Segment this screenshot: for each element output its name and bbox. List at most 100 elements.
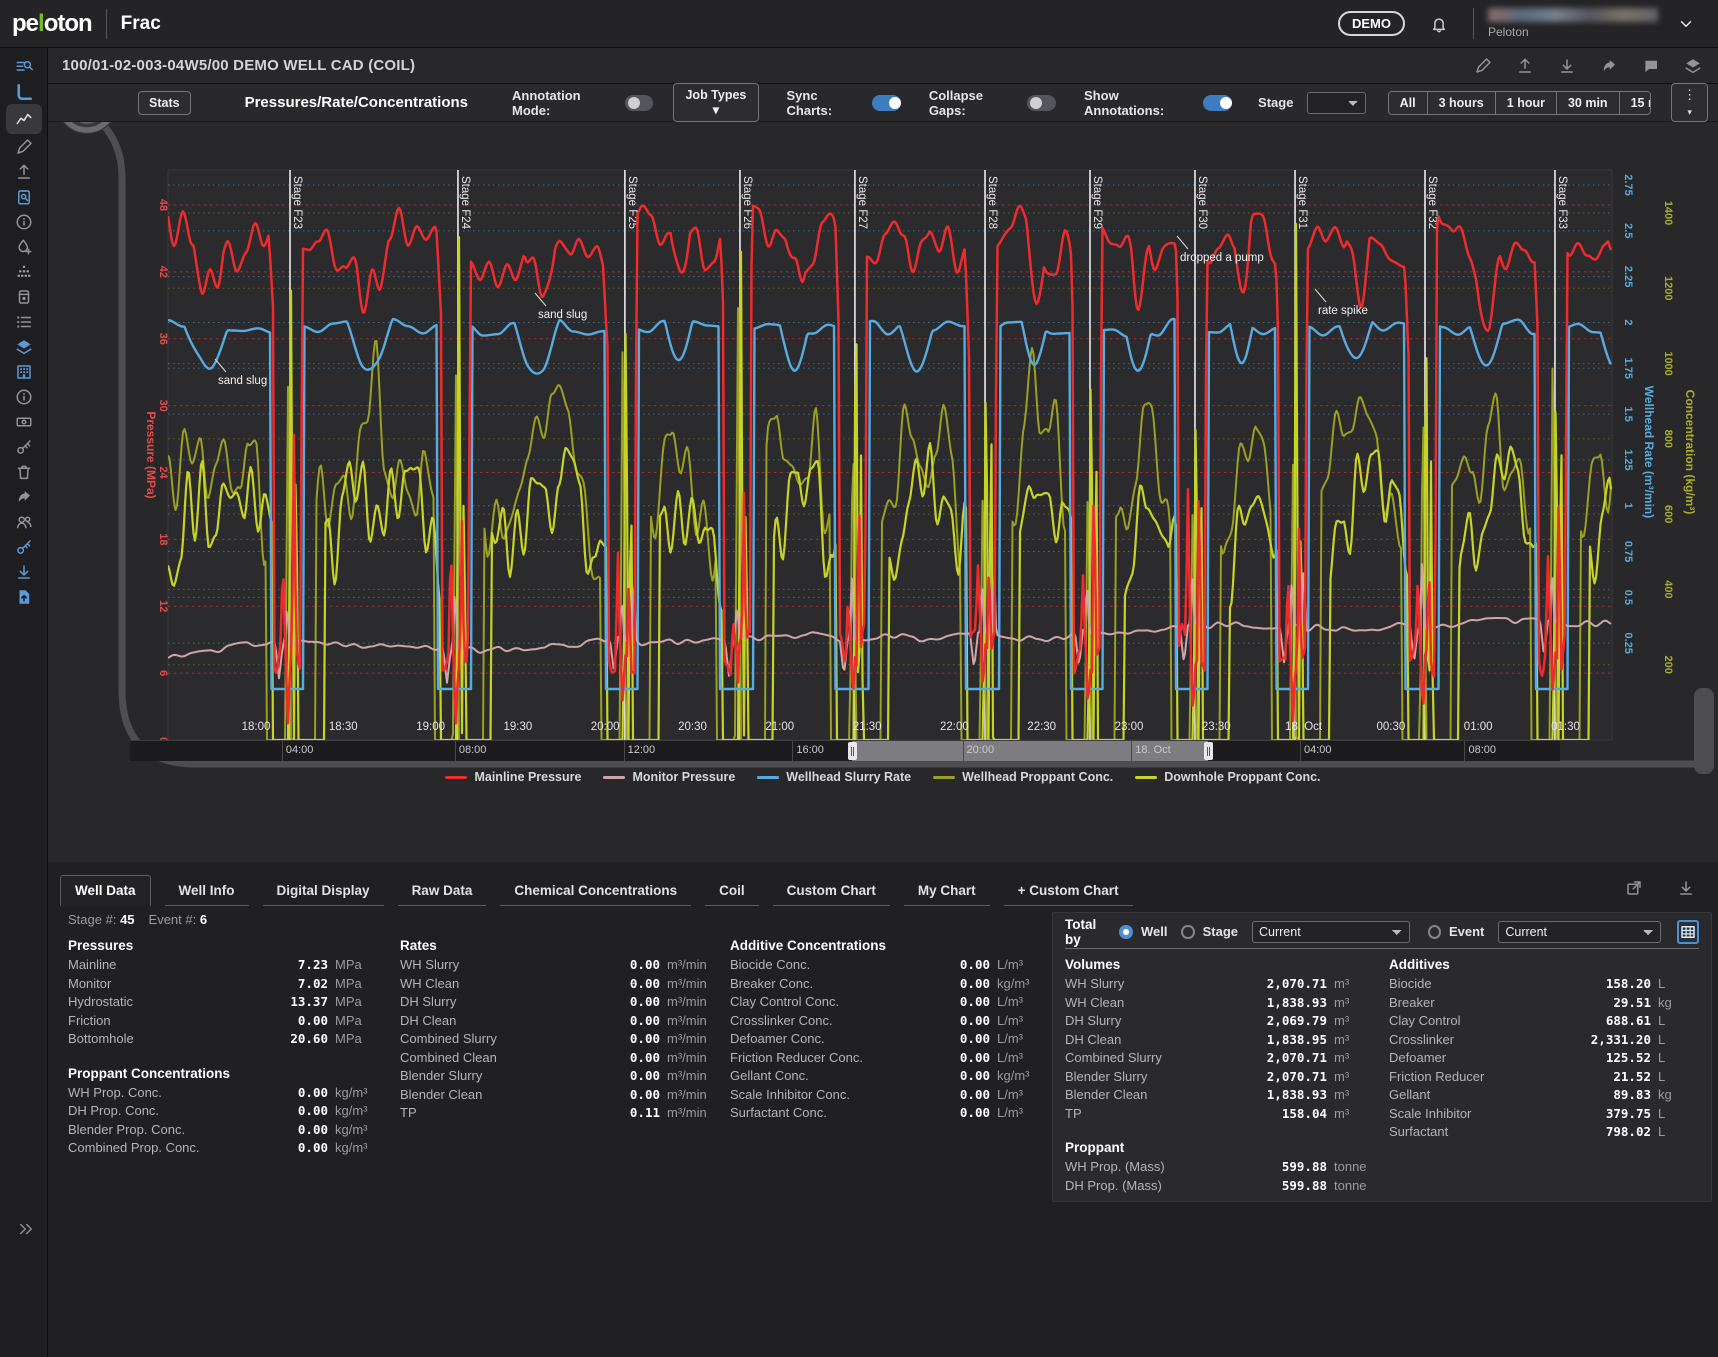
clipboard-search-icon[interactable] [6,184,42,209]
layers-icon[interactable] [6,334,42,359]
users-icon[interactable] [6,509,42,534]
user-menu[interactable]: Peloton [1473,8,1704,39]
annotation-mode-toggle[interactable] [625,95,654,111]
stats-button[interactable]: Stats [138,91,191,115]
stat-value: 0.00 [244,1085,328,1100]
stat-value: 0.00 [576,994,660,1009]
tab[interactable]: Raw Data [398,876,487,906]
stat-value: 1,838.93 [1227,1087,1327,1102]
bell-icon[interactable] [1421,11,1457,36]
tab[interactable]: Coil [705,876,759,906]
legend-label: Wellhead Slurry Rate [786,770,911,784]
stat-row tot-row: WH Slurry 2,070.71 m³ [1065,976,1371,995]
edit-icon[interactable] [6,134,42,159]
show-annotations-toggle[interactable] [1203,95,1232,111]
time-range-button[interactable]: 3 hours [1427,92,1495,114]
stat-unit: L [1651,1013,1695,1028]
frac-chart[interactable]: Stage F23Stage F24Stage F25Stage F26Stag… [48,122,1718,822]
info-icon[interactable] [6,384,42,409]
stat-value: 13.37 [244,994,328,1009]
time-range-button[interactable]: 1 hour [1495,92,1556,114]
key-icon[interactable] [6,534,42,559]
edit-icon[interactable] [1472,53,1494,78]
radio-event[interactable] [1428,925,1441,939]
fluid-add-icon[interactable] [6,234,42,259]
collapse-down-icon[interactable] [1668,875,1704,900]
stat-row: Biocide Conc. 0.00 L/m³ [730,957,1050,976]
stat-unit: kg/m³ [328,1103,388,1118]
peloton-logo[interactable]: peloton [0,10,106,38]
stat-row tot-row: Scale Inhibitor 379.75 L [1389,1106,1695,1125]
sample-jar-icon[interactable] [6,284,42,309]
stat-value: 158.20 [1551,976,1651,991]
event-current-select[interactable]: Current [1498,921,1660,943]
time-range-button[interactable]: All [1389,92,1427,114]
info-icon[interactable] [6,209,42,234]
display-icon[interactable] [6,409,42,434]
legend-item[interactable]: Mainline Pressure [445,770,581,784]
upload-icon[interactable] [6,159,42,184]
time-range-button[interactable]: 15 min [1619,92,1652,114]
stat-unit: m³ [1327,1032,1371,1047]
volumes-proppant-column: Volumes WH Slurry 2,070.71 m³ WH Clean 1… [1065,957,1371,1212]
plant-icon[interactable] [6,359,42,384]
download-icon[interactable] [1556,53,1578,78]
stat-row: Combined Prop. Conc. 0.00 kg/m³ [68,1140,388,1159]
stat-value: 0.00 [576,1031,660,1046]
wellbore-icon[interactable] [6,79,42,104]
layers-icon[interactable] [1682,53,1704,78]
radio-stage[interactable] [1181,925,1194,939]
tab[interactable]: Custom Chart [773,876,890,906]
legend-item[interactable]: Monitor Pressure [603,770,735,784]
chart-title: Pressures/Rate/Concentrations [245,94,468,111]
save-file-icon[interactable] [6,584,42,609]
key-icon[interactable] [6,434,42,459]
share-icon[interactable] [1598,53,1620,78]
collapse-gaps-toggle[interactable] [1027,95,1056,111]
rate-tick: 2.25 [1622,266,1634,287]
section-title: Volumes [1065,957,1371,972]
stage-current-select[interactable]: Current [1252,921,1410,943]
table-view-button[interactable] [1677,920,1699,944]
more-options-button[interactable]: ⋮ ▾ [1671,83,1708,122]
open-in-new-icon[interactable] [1616,875,1652,900]
proppant-dots-icon[interactable] [6,259,42,284]
radio-well[interactable] [1119,925,1132,939]
legend-swatch [757,776,779,779]
sync-charts-toggle[interactable] [872,95,901,111]
well-actions [1472,53,1704,78]
job-types-button[interactable]: Job Types ▾ [673,83,758,122]
legend-item[interactable]: Wellhead Slurry Rate [757,770,911,784]
tab[interactable]: Chemical Concentrations [500,876,691,906]
stat-label: WH Clean [400,976,576,991]
stat-value: 0.00 [576,957,660,972]
share-icon[interactable] [6,484,42,509]
stat-value: 1,838.95 [1227,1032,1327,1047]
stat-label: Biocide Conc. [730,957,906,972]
tab[interactable]: + Custom Chart [1004,876,1133,906]
well-search-icon[interactable] [6,54,42,79]
navigator-right-handle[interactable] [1204,742,1213,760]
stage-select[interactable] [1307,92,1365,114]
stat-label: Gellant Conc. [730,1068,906,1083]
tab[interactable]: Digital Display [263,876,384,906]
upload-icon[interactable] [1514,53,1536,78]
comment-icon[interactable] [1640,53,1662,78]
stat-row tot-row: Clay Control 688.61 L [1389,1013,1695,1032]
legend-item[interactable]: Downhole Proppant Conc. [1135,770,1320,784]
time-navigator[interactable]: 04:0008:0012:0016:0020:0018. Oct04:0008:… [130,740,1560,761]
stage-label: Stage F27 [856,176,868,229]
legend-item[interactable]: Wellhead Proppant Conc. [933,770,1113,784]
tab[interactable]: Well Info [165,876,249,906]
list-icon[interactable] [6,309,42,334]
tab[interactable]: My Chart [904,876,990,906]
download-icon[interactable] [6,559,42,584]
annotation-label: rate spike [1318,305,1368,317]
time-range-button[interactable]: 30 min [1556,92,1619,114]
expand-panel-icon[interactable] [8,1216,44,1241]
tab[interactable]: Well Data [60,875,151,906]
line-chart-icon[interactable] [6,104,42,134]
stat-value: 0.00 [906,1050,990,1065]
trash-icon[interactable] [6,459,42,484]
navigator-left-handle[interactable] [848,742,857,760]
